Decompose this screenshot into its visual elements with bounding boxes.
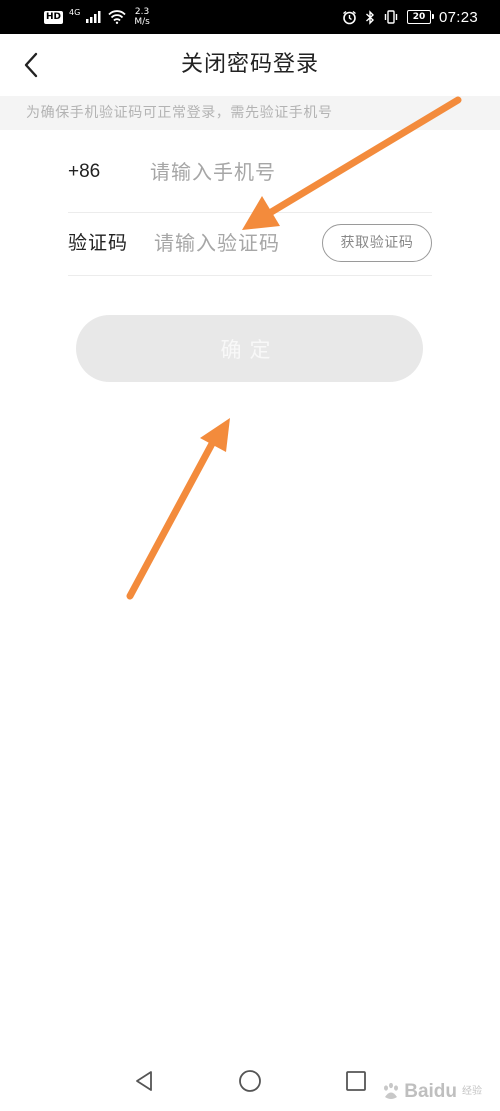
watermark-brand: Baidu: [404, 1081, 457, 1102]
signal-icon: [86, 11, 101, 23]
phone-row: +86: [68, 142, 432, 213]
baidu-watermark: Baidu 经验: [381, 1081, 482, 1103]
back-button[interactable]: [14, 48, 48, 82]
status-right: 20 07:23: [342, 0, 478, 34]
get-code-button[interactable]: 获取验证码: [322, 224, 432, 262]
hd-badge: HD: [44, 10, 64, 24]
network-type: 4G: [69, 7, 81, 17]
wifi-icon: [108, 10, 126, 24]
notice-banner: 为确保手机验证码可正常登录，需先验证手机号: [0, 96, 500, 130]
nav-recent-button[interactable]: [338, 1063, 374, 1099]
nav-back-button[interactable]: [126, 1063, 162, 1099]
alarm-icon: [343, 10, 356, 24]
code-input[interactable]: [154, 227, 314, 259]
phone-input[interactable]: [150, 156, 420, 188]
status-bar: HD 4G 2.3 M/s 20 07:23: [0, 0, 500, 34]
app-screen: HD 4G 2.3 M/s 20 07:23 关闭密码登录 为确保手机验证码可正…: [0, 0, 500, 1111]
triangle-back-icon: [136, 1071, 152, 1091]
network-speed: 2.3 M/s: [134, 7, 150, 27]
status-left: HD 4G 2.3 M/s: [44, 0, 150, 34]
code-row: 验证码 获取验证码: [68, 212, 432, 276]
bluetooth-icon: [365, 9, 374, 25]
speed-unit: M/s: [134, 17, 150, 27]
header: 关闭密码登录: [0, 34, 500, 96]
watermark-sub: 经验: [462, 1086, 482, 1097]
nav-bar: Baidu 经验: [0, 1051, 500, 1111]
paw-icon: [384, 1082, 399, 1099]
battery-icon: 20: [406, 10, 434, 24]
confirm-button[interactable]: 确定: [76, 315, 423, 382]
page-title: 关闭密码登录: [180, 52, 319, 77]
square-recent-icon: [346, 1071, 366, 1091]
vibrate-icon: [384, 10, 398, 24]
arrow-to-confirm-button: [126, 418, 230, 600]
status-time: 07:23: [438, 8, 478, 26]
speed-value: 2.3: [134, 7, 150, 17]
circle-home-icon: [239, 1070, 261, 1092]
battery-level: 20: [412, 12, 426, 22]
chevron-left-icon: [24, 52, 38, 78]
nav-home-button[interactable]: [232, 1063, 268, 1099]
country-code[interactable]: +86: [68, 142, 100, 202]
code-label: 验证码: [68, 232, 129, 254]
